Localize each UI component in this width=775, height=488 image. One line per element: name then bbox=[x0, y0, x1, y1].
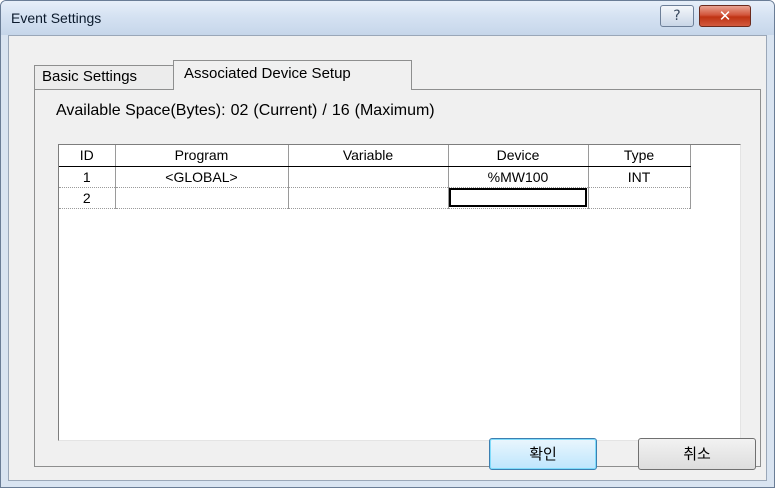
dialog-client-area: Basic Settings Associated Device Setup A… bbox=[8, 35, 767, 481]
col-header-device[interactable]: Device bbox=[448, 145, 589, 167]
event-settings-dialog: Event Settings ? ✕ Basic Settings Associ… bbox=[0, 0, 775, 488]
associated-device-panel: Available Space(Bytes): 02 (Current)/16 (Ma… bbox=[34, 89, 761, 467]
available-space-info: Available Space(Bytes): 02 (Current)/16 (Ma… bbox=[56, 102, 440, 120]
current-space-value: 02 bbox=[230, 102, 249, 119]
col-header-type[interactable]: Type bbox=[588, 145, 691, 167]
close-icon: ✕ bbox=[718, 7, 732, 25]
device-cell-selected[interactable] bbox=[448, 187, 589, 209]
row-id-cell[interactable]: 1 bbox=[59, 166, 116, 188]
program-cell[interactable] bbox=[115, 187, 289, 209]
type-cell[interactable]: INT bbox=[588, 166, 691, 188]
variable-cell[interactable] bbox=[288, 166, 449, 188]
row-id-cell[interactable]: 2 bbox=[59, 187, 116, 209]
table-row[interactable]: 2 bbox=[59, 187, 691, 209]
tab-basic-settings[interactable]: Basic Settings bbox=[34, 65, 174, 89]
col-header-variable[interactable]: Variable bbox=[288, 145, 449, 167]
type-cell[interactable] bbox=[588, 187, 691, 209]
help-icon: ? bbox=[673, 8, 681, 24]
tab-associated-device-setup[interactable]: Associated Device Setup bbox=[173, 60, 412, 90]
max-space-label: (Maximum) bbox=[354, 102, 435, 119]
available-space-label: Available Space(Bytes): bbox=[56, 102, 226, 119]
col-header-id[interactable]: ID bbox=[59, 145, 116, 167]
table-row[interactable]: 1 <GLOBAL> %MW100 INT bbox=[59, 166, 691, 188]
grid-header-row: ID Program Variable Device Type bbox=[59, 145, 691, 167]
cancel-button[interactable]: 취소 bbox=[638, 438, 756, 470]
program-cell[interactable]: <GLOBAL> bbox=[115, 166, 289, 188]
device-table: ID Program Variable Device Type 1 <GLOBA… bbox=[59, 145, 691, 209]
space-separator: / bbox=[322, 102, 327, 119]
device-cell[interactable]: %MW100 bbox=[448, 166, 589, 188]
max-space-value: 16 bbox=[331, 102, 350, 119]
window-title: Event Settings bbox=[11, 10, 102, 26]
current-space-label: (Current) bbox=[253, 102, 318, 119]
title-bar[interactable]: Event Settings ? ✕ bbox=[1, 1, 774, 35]
col-header-program[interactable]: Program bbox=[115, 145, 289, 167]
device-grid[interactable]: ID Program Variable Device Type 1 <GLOBA… bbox=[58, 144, 741, 441]
help-button[interactable]: ? bbox=[660, 5, 694, 27]
variable-cell[interactable] bbox=[288, 187, 449, 209]
close-button[interactable]: ✕ bbox=[699, 5, 751, 27]
ok-button[interactable]: 확인 bbox=[489, 438, 597, 470]
